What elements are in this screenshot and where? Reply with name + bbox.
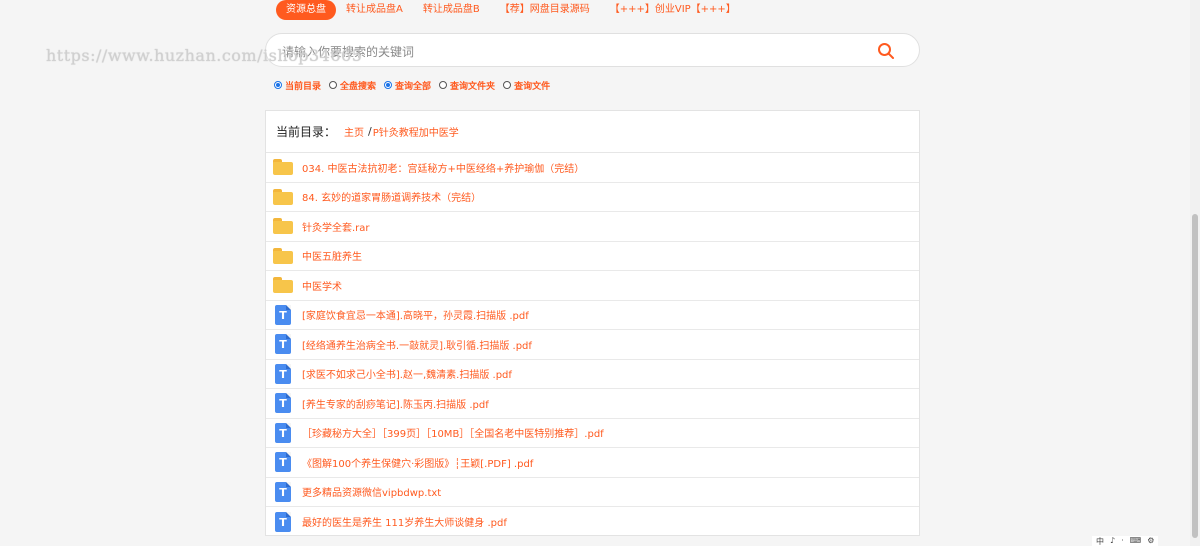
- file-row[interactable]: T [养生专家的刮痧笔记].陈玉丙.扫描版 .pdf: [266, 389, 919, 419]
- tray-icon[interactable]: ·: [1121, 536, 1124, 546]
- file-name-link[interactable]: [家庭饮食宜忌一本通].高晓平，孙灵霞.扫描版 .pdf: [302, 307, 529, 322]
- search-option[interactable]: 查询全部: [384, 79, 431, 92]
- nav-item[interactable]: 转让成品盘B: [413, 0, 490, 20]
- file-name-link[interactable]: [经络通养生治病全书.一敲就灵].耿引循.扫描版 .pdf: [302, 337, 532, 352]
- tray-icon[interactable]: 中: [1096, 536, 1104, 546]
- file-row[interactable]: T 最好的医生是养生 111岁养生大师谈健身 .pdf: [266, 507, 919, 537]
- tray-icon[interactable]: ⚙: [1147, 536, 1154, 546]
- document-icon: T: [275, 422, 291, 443]
- search-option-label: 当前目录: [285, 81, 322, 92]
- document-icon: T: [275, 363, 291, 384]
- radio-button[interactable]: [503, 81, 512, 89]
- folder-row[interactable]: 034. 中医古法抗初老：宫廷秘方+中医经络+养护瑜伽（完结）: [266, 153, 919, 183]
- file-name-link[interactable]: [养生专家的刮痧笔记].陈玉丙.扫描版 .pdf: [302, 396, 489, 411]
- file-name-link[interactable]: 《图解100个养生保健穴·彩图版》┆王颖[.PDF] .pdf: [302, 455, 533, 470]
- search-input[interactable]: [280, 41, 864, 63]
- radio-button[interactable]: [384, 81, 393, 89]
- file-listing-panel: 当前目录： 主页 / P针灸教程加中医学 034. 中医古法抗初老：宫廷秘方+中…: [265, 110, 920, 536]
- tray-icon[interactable]: ♪: [1110, 536, 1115, 546]
- radio-button[interactable]: [329, 81, 338, 89]
- breadcrumb-separator: /: [368, 125, 372, 138]
- file-name-link[interactable]: 针灸学全套.rar: [302, 219, 370, 234]
- file-name-link[interactable]: ［珍藏秘方大全］［399页］［10MB］［全国名老中医特别推荐］.pdf: [302, 425, 604, 440]
- file-row[interactable]: T 《图解100个养生保健穴·彩图版》┆王颖[.PDF] .pdf: [266, 448, 919, 478]
- top-navigation: 资源总盘 转让成品盘A 转让成品盘B 【荐】网盘目录源码 【+++】创业VIP【+++】: [276, 0, 746, 20]
- folder-row[interactable]: 84. 玄妙的道家胃肠道调养技术（完结）: [266, 183, 919, 212]
- radio-button[interactable]: [439, 81, 448, 89]
- file-row[interactable]: T ［珍藏秘方大全］［399页］［10MB］［全国名老中医特别推荐］.pdf: [266, 419, 919, 448]
- ime-tray: 中 ♪ · ⌨ ⚙: [1092, 536, 1159, 546]
- search-bar: [265, 33, 920, 67]
- folder-icon: [273, 188, 293, 205]
- file-name-link[interactable]: [求医不如求己小全书].赵一,魏清素.扫描版 .pdf: [302, 366, 512, 381]
- file-name-link[interactable]: 84. 玄妙的道家胃肠道调养技术（完结）: [302, 189, 481, 204]
- file-row[interactable]: T 更多精品资源微信vipbdwp.txt: [266, 478, 919, 507]
- nav-item[interactable]: 【+++】创业VIP【+++】: [600, 0, 746, 20]
- folder-icon: [273, 247, 293, 264]
- page: 资源总盘 转让成品盘A 转让成品盘B 【荐】网盘目录源码 【+++】创业VIP【+++】…: [0, 0, 1200, 546]
- document-icon: T: [275, 511, 291, 532]
- breadcrumb-current-link[interactable]: P针灸教程加中医学: [373, 124, 459, 139]
- scrollbar-thumb[interactable]: [1192, 214, 1198, 538]
- document-icon: T: [275, 393, 291, 414]
- search-icon[interactable]: [877, 42, 895, 60]
- search-option-label: 查询全部: [395, 81, 432, 92]
- document-icon: T: [275, 334, 291, 355]
- folder-row[interactable]: 中医学术: [266, 271, 919, 301]
- document-icon: T: [275, 304, 291, 325]
- search-option-label: 查询文件: [514, 81, 551, 92]
- breadcrumb-home-link[interactable]: 主页: [344, 124, 364, 139]
- search-option-label: 全盘搜索: [340, 81, 377, 92]
- document-icon: T: [275, 452, 291, 473]
- folder-row[interactable]: 中医五脏养生: [266, 242, 919, 271]
- folder-icon: [273, 277, 293, 294]
- search-scope-options: 当前目录 全盘搜索 查询全部 查询文件夹 查询文件: [274, 78, 550, 92]
- nav-item[interactable]: 转让成品盘A: [336, 0, 413, 20]
- breadcrumb: 当前目录： 主页 / P针灸教程加中医学: [266, 111, 919, 153]
- breadcrumb-label: 当前目录：: [276, 125, 337, 139]
- search-option[interactable]: 全盘搜索: [329, 79, 376, 92]
- file-row[interactable]: T [家庭饮食宜忌一本通].高晓平，孙灵霞.扫描版 .pdf: [266, 301, 919, 330]
- folder-row[interactable]: 针灸学全套.rar: [266, 212, 919, 242]
- scrollbar[interactable]: [1190, 0, 1200, 546]
- file-row[interactable]: T [经络通养生治病全书.一敲就灵].耿引循.扫描版 .pdf: [266, 330, 919, 360]
- file-name-link[interactable]: 更多精品资源微信vipbdwp.txt: [302, 484, 441, 499]
- folder-icon: [273, 218, 293, 235]
- search-option-label: 查询文件夹: [450, 81, 496, 92]
- search-option[interactable]: 查询文件夹: [439, 79, 495, 92]
- radio-button[interactable]: [274, 81, 282, 89]
- file-name-link[interactable]: 034. 中医古法抗初老：宫廷秘方+中医经络+养护瑜伽（完结）: [302, 160, 584, 175]
- search-option[interactable]: 当前目录: [274, 79, 321, 92]
- nav-item[interactable]: 资源总盘: [276, 0, 336, 20]
- file-row[interactable]: T [求医不如求己小全书].赵一,魏清素.扫描版 .pdf: [266, 360, 919, 389]
- document-icon: T: [275, 481, 291, 502]
- file-name-link[interactable]: 中医五脏养生: [302, 248, 362, 263]
- tray-icon[interactable]: ⌨: [1130, 536, 1142, 546]
- search-option[interactable]: 查询文件: [503, 79, 550, 92]
- nav-item[interactable]: 【荐】网盘目录源码: [490, 0, 600, 20]
- file-name-link[interactable]: 最好的医生是养生 111岁养生大师谈健身 .pdf: [302, 514, 507, 529]
- file-list: 034. 中医古法抗初老：宫廷秘方+中医经络+养护瑜伽（完结） 84. 玄妙的道家…: [266, 153, 919, 537]
- file-name-link[interactable]: 中医学术: [302, 278, 342, 293]
- folder-icon: [273, 159, 293, 176]
